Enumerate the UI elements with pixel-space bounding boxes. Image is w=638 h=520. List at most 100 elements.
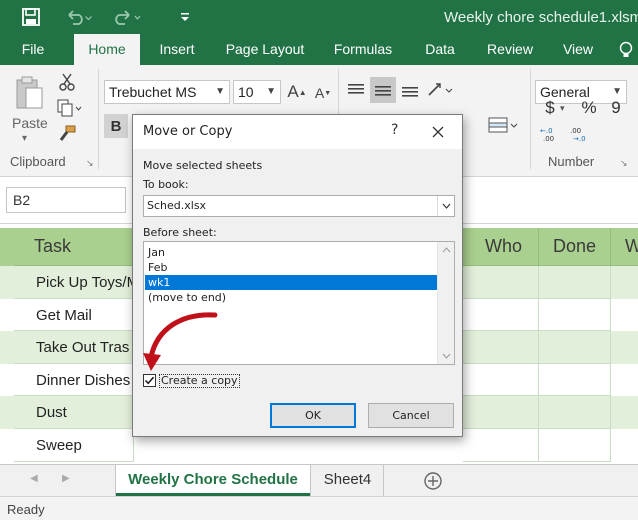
header-cell-task[interactable]: Task <box>14 228 134 266</box>
header-done: Done <box>553 236 597 256</box>
copy-icon[interactable] <box>54 97 84 119</box>
bold-button[interactable]: B <box>104 114 128 138</box>
paste-dropdown-icon[interactable]: ▾ <box>22 133 27 144</box>
tab-formulas[interactable]: Formulas <box>328 34 398 65</box>
task-cell[interactable]: Sweep <box>14 429 134 462</box>
sheet-tab-weekly-chore-schedule[interactable]: Weekly Chore Schedule <box>116 465 310 496</box>
done-cell[interactable] <box>539 266 611 299</box>
orientation-icon[interactable] <box>424 79 458 101</box>
who-cell[interactable] <box>463 396 539 429</box>
help-button[interactable]: ? <box>391 122 398 138</box>
task-cell[interactable]: Dust <box>14 396 134 429</box>
task-cell[interactable]: Get Mail <box>14 299 134 331</box>
scroll-right-icon[interactable]: ▶ <box>62 473 70 484</box>
header-cell-done[interactable]: Done <box>539 228 611 266</box>
title-bar: Weekly chore schedule1.xlsm <box>0 0 638 34</box>
create-copy-checkbox[interactable] <box>143 374 156 387</box>
name-box[interactable]: B2 <box>6 187 126 213</box>
format-painter-icon[interactable] <box>56 123 78 145</box>
svg-text:→.0: →.0 <box>573 135 586 143</box>
task-label: Sweep <box>36 437 82 454</box>
increase-decimal-icon[interactable]: ←.0.00 <box>538 123 564 145</box>
paste-button-label[interactable]: Paste <box>12 115 48 131</box>
add-sheet-icon[interactable] <box>423 471 443 491</box>
done-cell[interactable] <box>539 331 611 364</box>
window-title: Weekly chore schedule1.xlsm <box>444 9 638 26</box>
customize-quick-access-icon[interactable] <box>176 6 194 28</box>
redo-icon[interactable] <box>112 6 142 28</box>
cut-icon[interactable] <box>56 71 78 93</box>
lightbulb-icon[interactable] <box>614 34 638 65</box>
decrease-decimal-icon[interactable]: .00 →.0 <box>568 123 594 145</box>
undo-icon[interactable] <box>64 6 94 28</box>
task-label: Dust <box>36 404 67 421</box>
before-sheet-label: Before sheet: <box>143 226 217 239</box>
number-launcher-icon[interactable]: ↘ <box>620 158 628 169</box>
tab-view[interactable]: View <box>556 34 600 65</box>
done-cell[interactable] <box>539 299 611 331</box>
who-cell[interactable] <box>463 364 539 396</box>
align-top-icon[interactable] <box>344 79 368 101</box>
ok-button[interactable]: OK <box>270 403 356 428</box>
list-item[interactable]: Feb <box>145 260 437 275</box>
list-scrollbar[interactable] <box>437 242 454 364</box>
scroll-left-icon[interactable]: ◀ <box>30 473 38 484</box>
tab-file[interactable]: File <box>8 34 58 65</box>
merge-center-icon[interactable] <box>486 113 520 137</box>
decrease-font-icon[interactable]: A ▼ <box>312 82 334 104</box>
task-cell[interactable]: Dinner Dishes <box>14 364 134 396</box>
dialog-title: Move or Copy <box>143 124 233 139</box>
done-cell[interactable] <box>539 429 611 462</box>
align-bottom-icon[interactable] <box>398 79 422 101</box>
comma-style-icon[interactable]: 9 <box>606 97 626 119</box>
chevron-down-icon[interactable]: ▼ <box>266 81 276 103</box>
move-or-copy-dialog: Move or Copy ? Move selected sheets To b… <box>132 114 463 437</box>
task-cell[interactable]: Pick Up Toys/M <box>14 266 139 299</box>
tab-page-layout[interactable]: Page Layout <box>220 34 310 65</box>
sheet-tab-bar: ◀ ▶ Weekly Chore Schedule Sheet4 <box>0 464 638 496</box>
cancel-button[interactable]: Cancel <box>368 403 454 428</box>
tab-review[interactable]: Review <box>480 34 540 65</box>
who-cell[interactable] <box>463 299 539 331</box>
increase-font-icon[interactable]: A ▲ <box>286 80 308 104</box>
who-cell[interactable] <box>463 266 539 299</box>
svg-text:.00: .00 <box>570 127 581 135</box>
header-cell-who[interactable]: Who <box>463 228 539 266</box>
font-size-box[interactable]: 10 ▼ <box>233 80 281 104</box>
header-next: W <box>625 236 638 256</box>
percent-icon[interactable]: % <box>578 97 600 119</box>
number-group-label: Number <box>548 154 595 169</box>
status-bar: Ready <box>0 496 638 520</box>
currency-icon[interactable]: $ <box>540 97 560 119</box>
sheet-tab-sheet4[interactable]: Sheet4 <box>312 465 384 496</box>
list-item[interactable]: (move to end) <box>145 290 437 305</box>
align-middle-icon[interactable] <box>370 77 396 103</box>
clipboard-launcher-icon[interactable]: ↘ <box>86 158 94 169</box>
header-who: Who <box>485 236 523 256</box>
currency-dropdown-icon[interactable]: ▾ <box>560 103 565 114</box>
close-icon[interactable] <box>431 125 445 139</box>
create-copy-label[interactable]: Create a copy <box>159 374 240 388</box>
done-cell[interactable] <box>539 396 611 429</box>
to-book-value: Sched.xlsx <box>147 199 207 212</box>
header-cell-next[interactable]: W <box>611 228 638 266</box>
list-item-selected[interactable]: wk1 <box>145 275 437 290</box>
paste-icon[interactable] <box>10 71 48 115</box>
tab-insert[interactable]: Insert <box>150 34 204 65</box>
to-book-select[interactable]: Sched.xlsx <box>143 195 455 217</box>
who-cell[interactable] <box>463 429 539 462</box>
list-item[interactable]: Jan <box>145 245 437 260</box>
tab-home[interactable]: Home <box>74 34 140 65</box>
dialog-subtitle: Move selected sheets <box>143 159 263 172</box>
chevron-down-icon[interactable]: ▼ <box>215 81 225 103</box>
font-name-box[interactable]: Trebuchet MS ▼ <box>104 80 230 104</box>
done-cell[interactable] <box>539 364 611 396</box>
who-cell[interactable] <box>463 331 539 364</box>
save-icon[interactable] <box>18 6 44 28</box>
tab-data[interactable]: Data <box>416 34 464 65</box>
group-separator <box>530 69 531 169</box>
ribbon-tab-bar: File Home Insert Page Layout Formulas Da… <box>0 34 638 65</box>
task-cell[interactable]: Take Out Tras <box>14 331 134 364</box>
chevron-down-icon[interactable] <box>437 196 454 216</box>
font-name-value: Trebuchet MS <box>109 84 197 100</box>
